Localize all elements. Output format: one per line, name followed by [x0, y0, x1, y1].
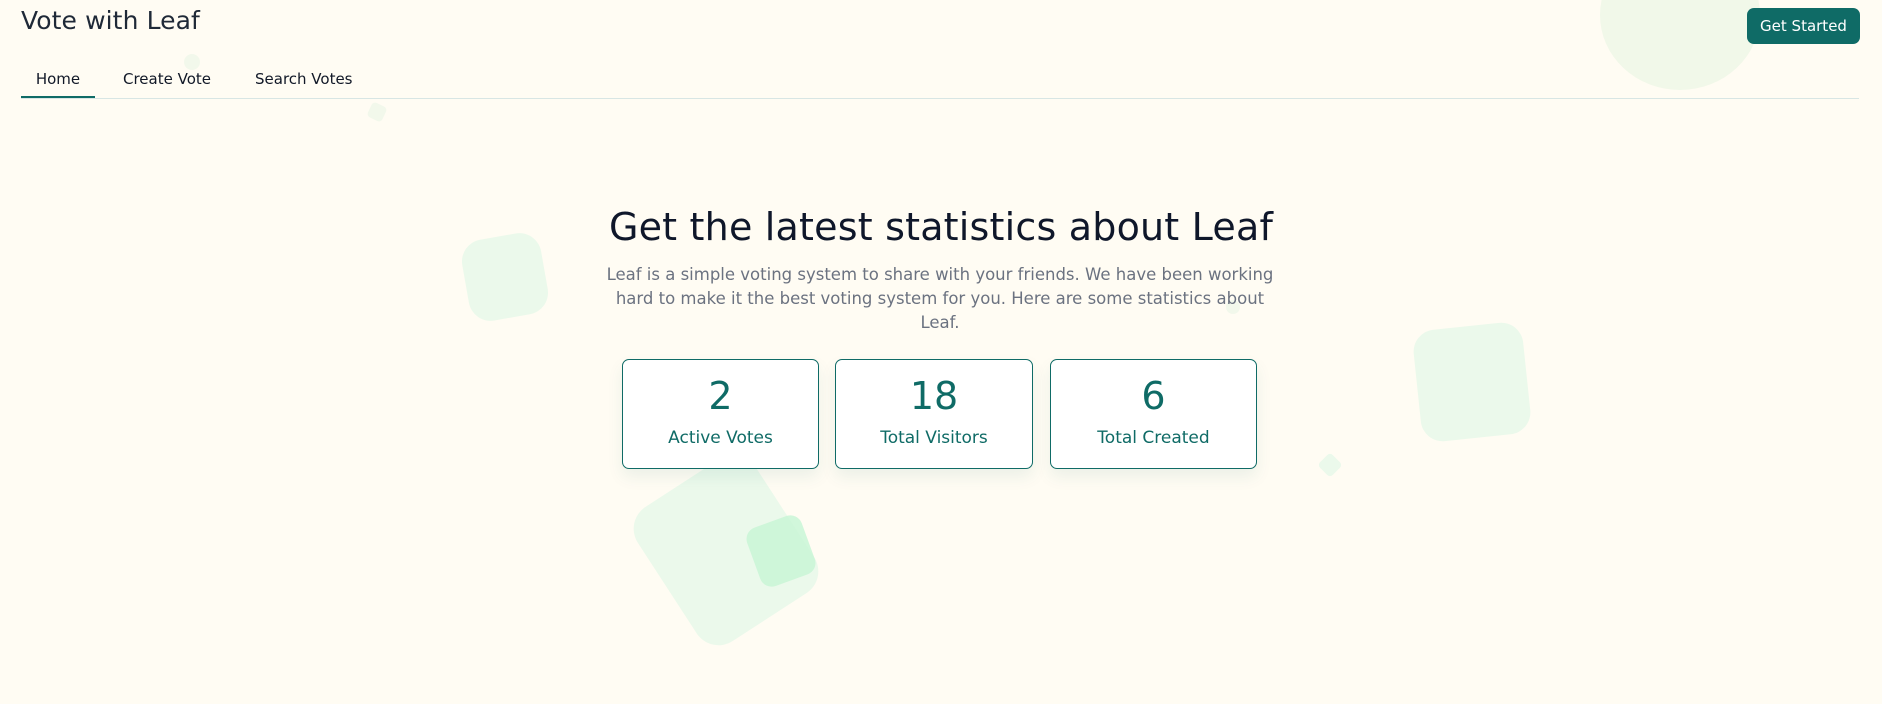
decor-dot-shape — [366, 101, 388, 123]
stat-label: Total Visitors — [880, 428, 988, 448]
stat-label: Total Created — [1097, 428, 1210, 448]
stat-card-active-votes: 2 Active Votes — [622, 359, 819, 469]
stat-label: Active Votes — [668, 428, 773, 448]
app-title: Vote with Leaf — [21, 6, 200, 35]
decor-diamond-shape — [1317, 452, 1343, 478]
tab-create-vote[interactable]: Create Vote — [123, 64, 211, 98]
stat-value: 18 — [909, 374, 959, 418]
tab-home[interactable]: Home — [21, 64, 95, 98]
stat-value: 6 — [1141, 374, 1166, 418]
tab-search-votes[interactable]: Search Votes — [255, 64, 353, 98]
get-started-button[interactable]: Get Started — [1747, 8, 1860, 44]
stat-value: 2 — [708, 374, 733, 418]
stat-card-total-created: 6 Total Created — [1050, 359, 1257, 469]
hero-title: Get the latest statistics about Leaf — [608, 205, 1274, 249]
nav-tabs: Home Create Vote Search Votes — [21, 64, 1859, 99]
stat-card-total-visitors: 18 Total Visitors — [835, 359, 1033, 469]
decor-square-shape — [1411, 320, 1533, 444]
hero-description: Leaf is a simple voting system to share … — [606, 265, 1274, 332]
